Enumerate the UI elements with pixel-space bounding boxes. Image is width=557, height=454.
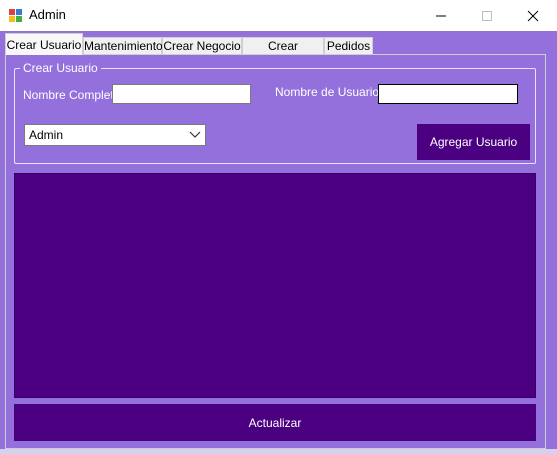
minimize-button[interactable] [418, 0, 464, 31]
nombre-usuario-field[interactable] [378, 84, 518, 104]
app-icon [9, 9, 22, 22]
actualizar-button[interactable]: Actualizar [14, 404, 536, 441]
maximize-icon [482, 10, 492, 21]
title-bar: Admin [0, 0, 557, 31]
group-label: Crear Usuario [20, 61, 101, 75]
agregar-usuario-button[interactable]: Agregar Usuario [417, 124, 530, 160]
nombre-completo-label: Nombre Completo: [23, 88, 124, 102]
window-bottom-edge [0, 449, 557, 454]
maximize-button[interactable] [464, 0, 510, 31]
close-icon [527, 10, 539, 21]
users-grid[interactable] [14, 173, 536, 398]
tab-pedidos[interactable]: Pedidos [324, 37, 373, 54]
role-select[interactable]: Admin [24, 124, 206, 146]
tab-mantenimiento[interactable]: Mantenimiento [83, 37, 163, 54]
window-title: Admin [29, 7, 66, 22]
tab-strip: Crear Usuario Mantenimiento Crear Negoci… [0, 33, 557, 70]
tab-crear-producto[interactable]: Crear Producto [242, 37, 324, 70]
close-button[interactable] [510, 0, 556, 31]
nombre-completo-field[interactable] [112, 84, 251, 104]
chevron-down-icon [189, 131, 201, 138]
nombre-usuario-label: Nombre de Usuario: [275, 85, 383, 99]
tab-crear-negocio[interactable]: Crear Negocio [162, 37, 242, 54]
tab-crear-usuario[interactable]: Crear Usuario [5, 33, 83, 55]
role-select-value: Admin [29, 128, 64, 142]
minimize-icon [436, 15, 446, 16]
